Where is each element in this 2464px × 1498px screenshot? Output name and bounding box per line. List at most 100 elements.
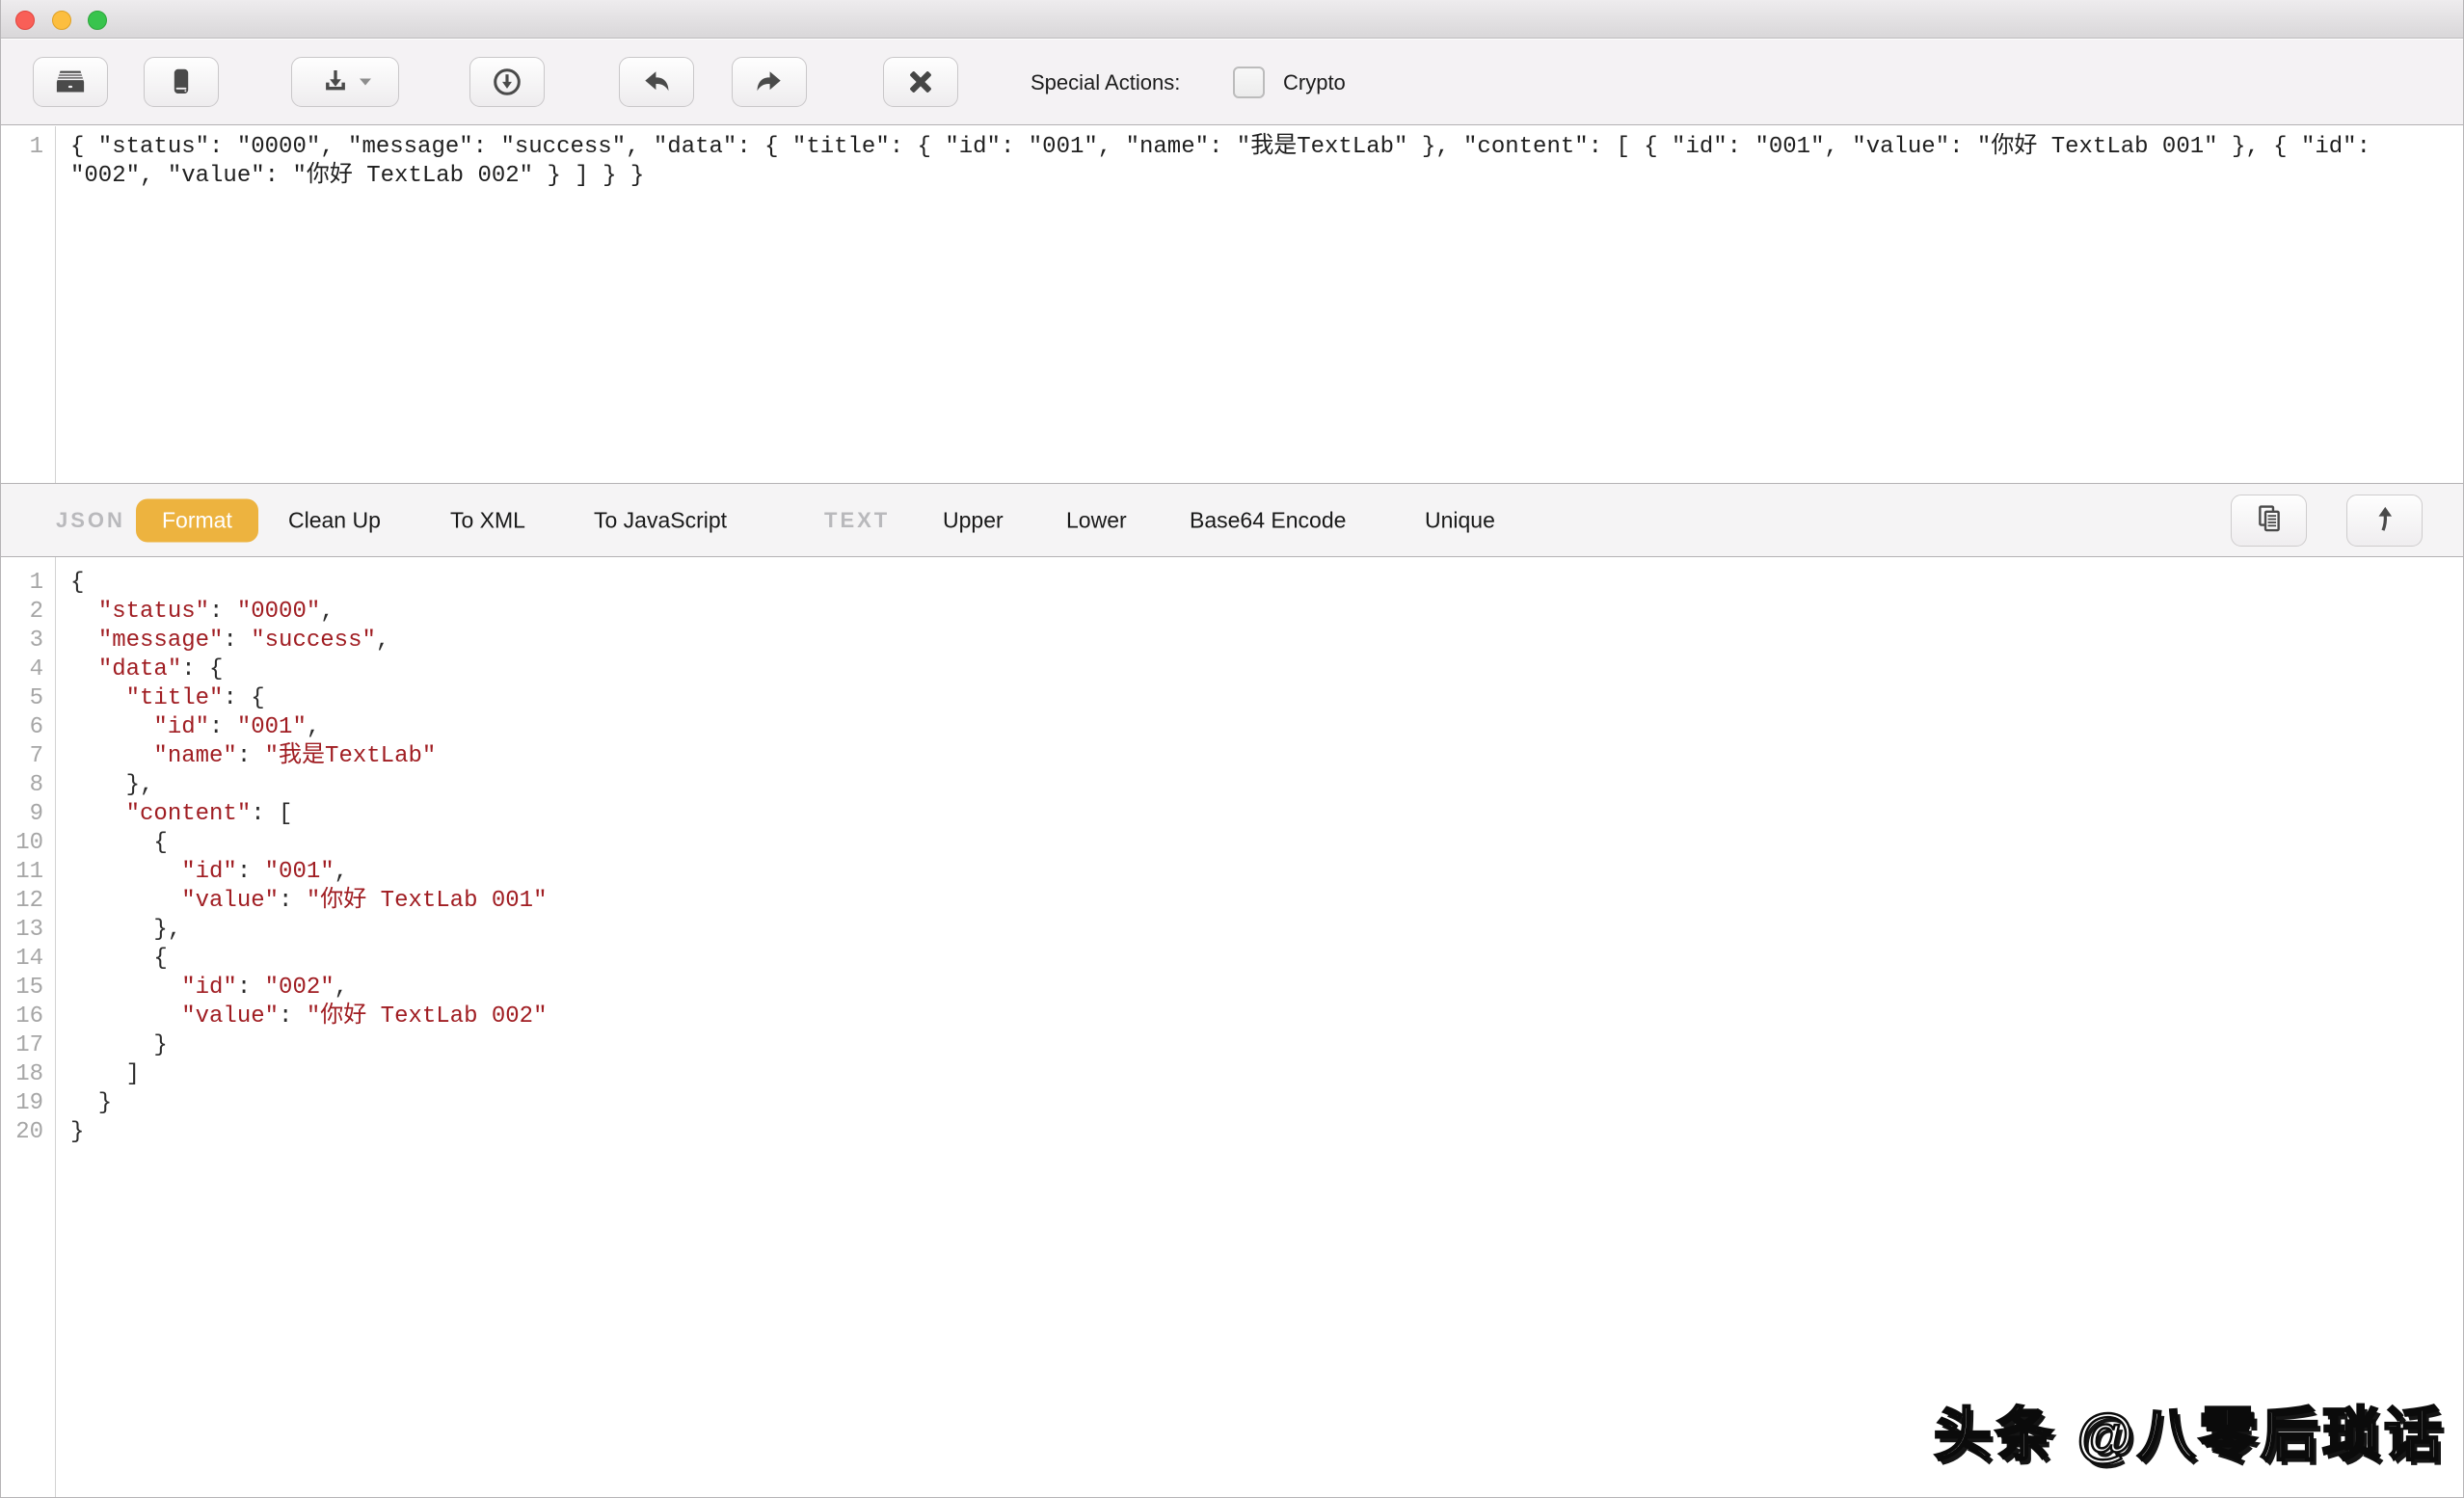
line-number: 5 bbox=[1, 684, 43, 713]
json-group-label: JSON bbox=[56, 508, 125, 533]
line-number: 11 bbox=[1, 858, 43, 887]
code-line: } bbox=[70, 1089, 2463, 1118]
main-toolbar: Special Actions: Crypto bbox=[1, 40, 2463, 125]
drive-icon bbox=[164, 65, 199, 99]
actions-bar: JSON Format Clean Up To XML To JavaScrip… bbox=[1, 483, 2463, 557]
copy-button[interactable] bbox=[2231, 495, 2307, 547]
code-line: }, bbox=[70, 916, 2463, 945]
titlebar bbox=[1, 0, 2463, 39]
code-line: } bbox=[70, 1031, 2463, 1060]
line-number: 15 bbox=[1, 974, 43, 1003]
line-number: 10 bbox=[1, 829, 43, 858]
chevron-down-icon bbox=[359, 77, 372, 87]
line-number: 8 bbox=[1, 771, 43, 800]
crypto-label[interactable]: Crypto bbox=[1283, 40, 1346, 125]
line-number: 1 bbox=[1, 569, 43, 598]
undo-icon bbox=[639, 65, 674, 99]
close-window-button[interactable] bbox=[15, 11, 35, 30]
line-number: 4 bbox=[1, 655, 43, 684]
output-gutter: 1234567891011121314151617181920 bbox=[1, 557, 56, 1497]
archive-icon bbox=[53, 65, 88, 99]
drive-button[interactable] bbox=[144, 57, 219, 107]
arrow-up-icon bbox=[2369, 502, 2401, 540]
input-editor: 1 { "status": "0000", "message": "succes… bbox=[1, 126, 2463, 483]
code-line: } bbox=[70, 1118, 2463, 1147]
code-line: { bbox=[70, 569, 2463, 598]
line-number: 7 bbox=[1, 742, 43, 771]
code-line: ] bbox=[70, 1060, 2463, 1089]
clear-button[interactable] bbox=[883, 57, 958, 107]
input-gutter: 1 bbox=[1, 126, 56, 483]
crypto-checkbox[interactable] bbox=[1233, 67, 1265, 98]
watermark-text: 头条 @八零后琐话 bbox=[1934, 1388, 2446, 1472]
json-string: "我是TextLab" bbox=[265, 743, 437, 769]
output-editor: 1234567891011121314151617181920 { "statu… bbox=[1, 557, 2463, 1497]
code-line: "status": "0000", bbox=[70, 598, 2463, 627]
json-string: "id" bbox=[153, 714, 209, 740]
line-number: 13 bbox=[1, 916, 43, 945]
code-line: "id": "001", bbox=[70, 858, 2463, 887]
json-string: "status" bbox=[98, 599, 209, 625]
json-string: "id" bbox=[181, 859, 237, 885]
special-actions-label: Special Actions: bbox=[1031, 40, 1180, 125]
json-string: "value" bbox=[181, 888, 279, 914]
export-button[interactable] bbox=[2346, 495, 2423, 547]
redo-icon bbox=[752, 65, 787, 99]
zoom-window-button[interactable] bbox=[88, 11, 107, 30]
save-icon bbox=[318, 65, 353, 99]
undo-button[interactable] bbox=[619, 57, 694, 107]
code-line: { bbox=[70, 945, 2463, 974]
line-number: 19 bbox=[1, 1089, 43, 1118]
json-string: "title" bbox=[126, 685, 224, 711]
archive-button[interactable] bbox=[33, 57, 108, 107]
to-xml-button[interactable]: To XML bbox=[450, 507, 525, 533]
json-string: "你好 TextLab 002" bbox=[307, 1003, 548, 1030]
json-string: "value" bbox=[181, 1003, 279, 1030]
code-line: { bbox=[70, 829, 2463, 858]
lower-button[interactable]: Lower bbox=[1066, 507, 1127, 533]
output-code[interactable]: { "status": "0000", "message": "success"… bbox=[56, 557, 2463, 1497]
line-number: 6 bbox=[1, 713, 43, 742]
line-number: 17 bbox=[1, 1031, 43, 1060]
json-string: "success" bbox=[251, 628, 376, 654]
line-number: 18 bbox=[1, 1060, 43, 1089]
code-line: "content": [ bbox=[70, 800, 2463, 829]
code-line: "id": "002", bbox=[70, 974, 2463, 1003]
json-string: "message" bbox=[98, 628, 224, 654]
input-code-area[interactable]: { "status": "0000", "message": "success"… bbox=[56, 126, 2463, 483]
line-number: 20 bbox=[1, 1118, 43, 1147]
code-line: "data": { bbox=[70, 655, 2463, 684]
line-number: 1 bbox=[1, 133, 43, 162]
line-number: 2 bbox=[1, 598, 43, 627]
text-group-label: TEXT bbox=[824, 508, 890, 533]
line-number: 9 bbox=[1, 800, 43, 829]
save-menu-button[interactable] bbox=[291, 57, 399, 107]
minimize-window-button[interactable] bbox=[52, 11, 71, 30]
redo-button[interactable] bbox=[732, 57, 807, 107]
line-number: 12 bbox=[1, 887, 43, 916]
upper-button[interactable]: Upper bbox=[943, 507, 1004, 533]
code-line: "title": { bbox=[70, 684, 2463, 713]
line-number: 14 bbox=[1, 945, 43, 974]
clean-up-button[interactable]: Clean Up bbox=[288, 507, 381, 533]
json-string: "001" bbox=[265, 859, 335, 885]
app-window: Special Actions: Crypto 1 { "status": "0… bbox=[0, 0, 2464, 1498]
copy-icon bbox=[2253, 502, 2286, 540]
line-number: 16 bbox=[1, 1003, 43, 1031]
download-button[interactable] bbox=[469, 57, 545, 107]
json-string: "id" bbox=[181, 975, 237, 1001]
format-button[interactable]: Format bbox=[136, 498, 258, 542]
code-line: }, bbox=[70, 771, 2463, 800]
base64-encode-button[interactable]: Base64 Encode bbox=[1190, 507, 1346, 533]
code-line: "value": "你好 TextLab 002" bbox=[70, 1003, 2463, 1031]
json-string: "001" bbox=[237, 714, 307, 740]
download-circle-icon bbox=[490, 65, 524, 99]
code-line: "message": "success", bbox=[70, 627, 2463, 655]
json-string: "data" bbox=[98, 656, 181, 682]
line-number: 3 bbox=[1, 627, 43, 655]
to-javascript-button[interactable]: To JavaScript bbox=[594, 507, 727, 533]
unique-button[interactable]: Unique bbox=[1425, 507, 1495, 533]
json-string: "002" bbox=[265, 975, 335, 1001]
json-string: "content" bbox=[126, 801, 252, 827]
json-string: "0000" bbox=[237, 599, 320, 625]
